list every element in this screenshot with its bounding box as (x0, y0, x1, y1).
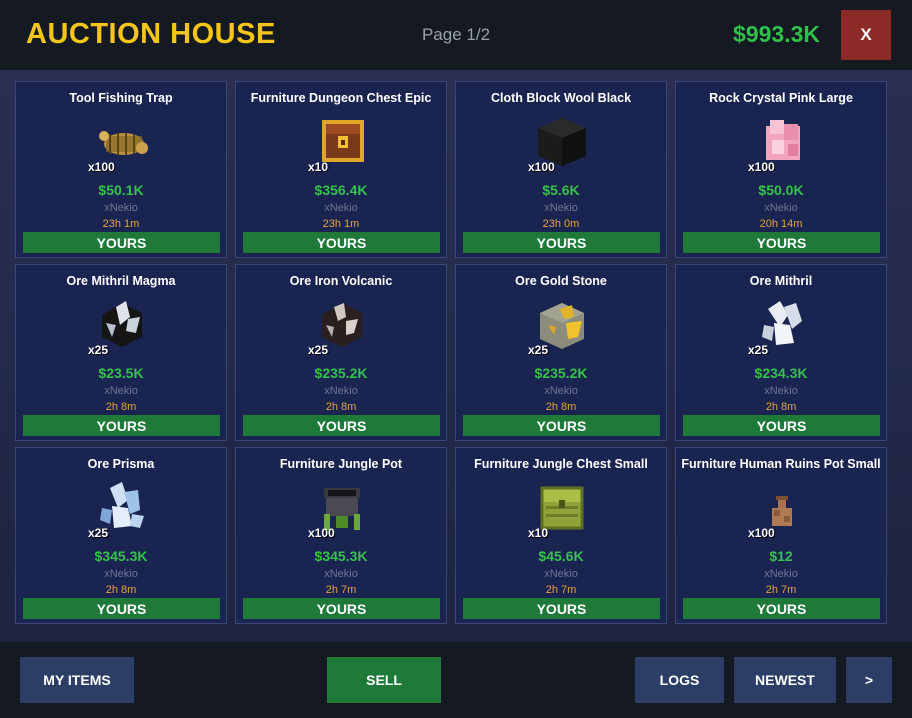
item-price: $50.1K (98, 182, 144, 198)
balance-display: $993.3K (733, 21, 820, 47)
yours-status-button[interactable]: YOURS (463, 415, 660, 436)
item-name: Ore Mithril (749, 274, 813, 288)
yours-status-button[interactable]: YOURS (243, 598, 440, 619)
item-quantity: x25 (88, 343, 109, 357)
item-seller: xNekio (104, 568, 138, 580)
listing-card[interactable]: Furniture Jungle Chest Small x10 $45.6K xNe… (455, 447, 667, 624)
yours-status-button[interactable]: YOURS (683, 232, 880, 253)
item-price: $235.2K (534, 365, 588, 381)
item-quantity: x10 (528, 526, 549, 540)
item-seller: xNekio (544, 202, 578, 214)
item-seller: xNekio (104, 202, 138, 214)
close-button[interactable]: X (841, 10, 891, 60)
item-name: Rock Crystal Pink Large (709, 91, 853, 105)
listing-card[interactable]: Furniture Dungeon Chest Epic x10 $356.4K xN… (235, 81, 447, 258)
item-time-remaining: 2h 8m (545, 401, 577, 413)
item-seller: xNekio (544, 568, 578, 580)
item-quantity: x100 (308, 526, 335, 540)
item-name: Tool Fishing Trap (69, 91, 173, 105)
item-quantity: x100 (748, 160, 775, 174)
item-quantity: x25 (88, 526, 109, 540)
logs-button[interactable]: LOGS (635, 657, 724, 703)
item-name: Ore Mithril Magma (66, 274, 176, 288)
item-time-remaining: 2h 8m (105, 584, 137, 596)
item-time-remaining: 23h 1m (102, 218, 140, 230)
item-seller: xNekio (764, 202, 798, 214)
item-price: $45.6K (538, 548, 584, 564)
item-time-remaining: 23h 0m (542, 218, 580, 230)
item-name: Cloth Block Wool Black (490, 91, 632, 105)
listing-card[interactable]: Ore Mithril x25 $234.3K xNekio 2h 8m YOURS (675, 264, 887, 441)
yours-status-button[interactable]: YOURS (683, 415, 880, 436)
listing-card[interactable]: Furniture Jungle Pot x100 $345.3K xNekio 2h … (235, 447, 447, 624)
item-price: $23.5K (98, 365, 144, 381)
item-price: $5.6K (542, 182, 580, 198)
item-time-remaining: 20h 14m (759, 218, 803, 230)
item-seller: xNekio (764, 385, 798, 397)
yours-status-button[interactable]: YOURS (23, 232, 220, 253)
item-price: $345.3K (94, 548, 148, 564)
listing-card[interactable]: Ore Gold Stone x25 $235.2K xNekio 2h 8m YOURS (455, 264, 667, 441)
item-name: Furniture Jungle Pot (279, 457, 403, 471)
item-price: $234.3K (754, 365, 808, 381)
item-price: $50.0K (758, 182, 804, 198)
item-time-remaining: 2h 7m (325, 584, 357, 596)
item-time-remaining: 2h 7m (765, 584, 797, 596)
yours-status-button[interactable]: YOURS (243, 232, 440, 253)
item-name: Ore Gold Stone (515, 274, 607, 288)
yours-status-button[interactable]: YOURS (243, 415, 440, 436)
yours-status-button[interactable]: YOURS (23, 415, 220, 436)
item-time-remaining: 2h 7m (545, 584, 577, 596)
item-name: Ore Iron Volcanic (289, 274, 393, 288)
item-time-remaining: 23h 1m (322, 218, 360, 230)
item-quantity: x10 (308, 160, 329, 174)
item-quantity: x100 (528, 160, 555, 174)
listing-card[interactable]: Rock Crystal Pink Large x100 $50.0K xNekio 2… (675, 81, 887, 258)
yours-status-button[interactable]: YOURS (463, 232, 660, 253)
item-name: Furniture Human Ruins Pot Small (681, 457, 881, 471)
item-seller: xNekio (104, 385, 138, 397)
listing-card[interactable]: Tool Fishing Trap x100 $50.1K xNekio 23h 1m Y… (15, 81, 227, 258)
listing-card[interactable]: Ore Mithril Magma x25 $23.5K xNekio 2h 8m YOU… (15, 264, 227, 441)
item-quantity: x100 (748, 526, 775, 540)
item-quantity: x100 (88, 160, 115, 174)
item-seller: xNekio (544, 385, 578, 397)
listing-card[interactable]: Cloth Block Wool Black x100 $5.6K xNekio 23h… (455, 81, 667, 258)
item-quantity: x25 (748, 343, 769, 357)
yours-status-button[interactable]: YOURS (683, 598, 880, 619)
item-name: Furniture Jungle Chest Small (474, 457, 648, 471)
item-time-remaining: 2h 8m (325, 401, 357, 413)
sell-button[interactable]: SELL (327, 657, 441, 703)
listing-card[interactable]: Ore Prisma x25 $345.3K xNekio 2h 8m YOURS (15, 447, 227, 624)
listing-card[interactable]: Furniture Human Ruins Pot Small x100 $12 xN… (675, 447, 887, 624)
item-name: Furniture Dungeon Chest Epic (250, 91, 432, 105)
item-price: $356.4K (314, 182, 368, 198)
item-quantity: x25 (308, 343, 329, 357)
item-seller: xNekio (324, 568, 358, 580)
item-price: $345.3K (314, 548, 368, 564)
item-quantity: x25 (528, 343, 549, 357)
item-time-remaining: 2h 8m (765, 401, 797, 413)
item-price: $12 (769, 548, 793, 564)
item-seller: xNekio (324, 202, 358, 214)
yours-status-button[interactable]: YOURS (463, 598, 660, 619)
item-price: $235.2K (314, 365, 368, 381)
header-bar: AUCTION HOUSE Page 1/2 $993.3K X (0, 0, 912, 70)
sort-newest-button[interactable]: NEWEST (734, 657, 836, 703)
item-name: Ore Prisma (87, 457, 155, 471)
next-page-button[interactable]: > (846, 657, 892, 703)
item-seller: xNekio (324, 385, 358, 397)
item-time-remaining: 2h 8m (105, 401, 137, 413)
listing-card[interactable]: Ore Iron Volcanic x25 $235.2K xNekio 2h 8m YO… (235, 264, 447, 441)
item-seller: xNekio (764, 568, 798, 580)
yours-status-button[interactable]: YOURS (23, 598, 220, 619)
my-items-button[interactable]: MY ITEMS (20, 657, 134, 703)
